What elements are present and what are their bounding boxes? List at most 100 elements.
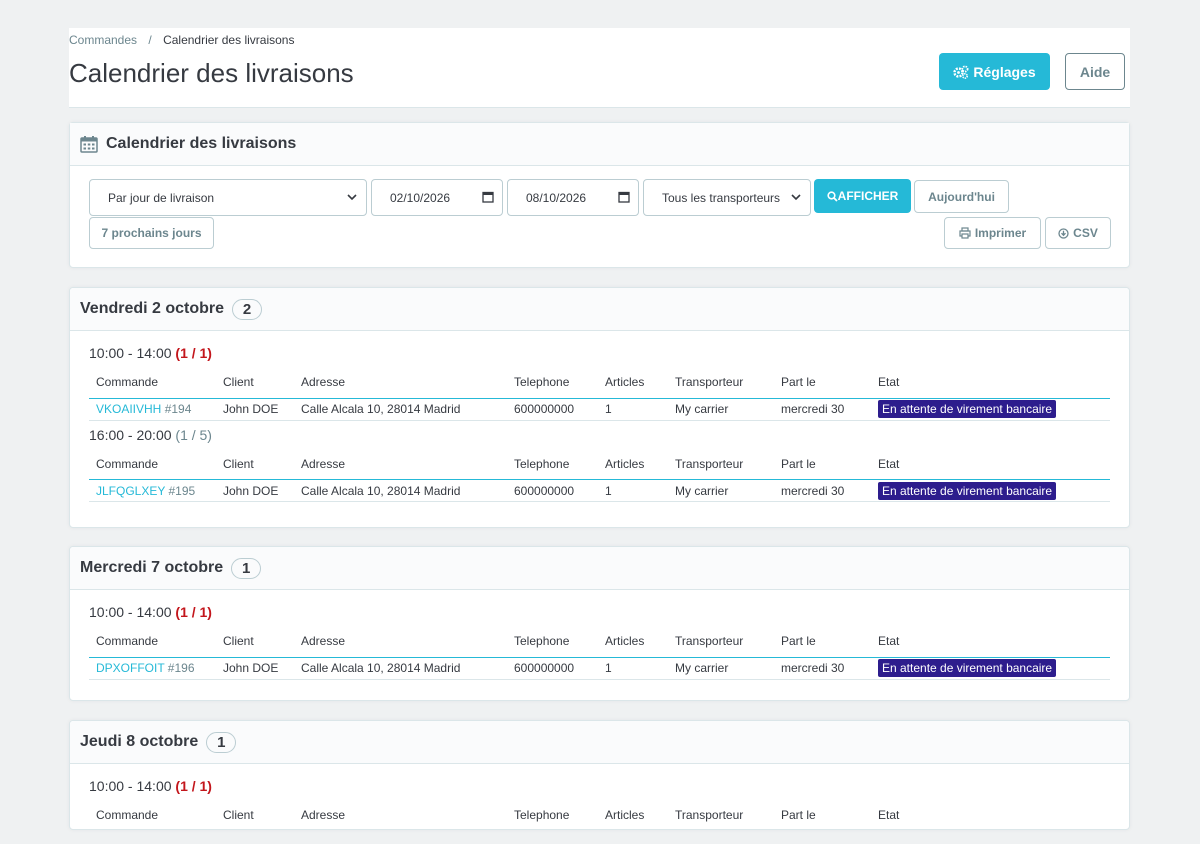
- column-header: Adresse: [294, 626, 507, 658]
- column-header: Telephone: [507, 448, 598, 480]
- state-cell: En attente de virement bancaire: [871, 657, 1110, 680]
- day-card-header: Mercredi 7 octobre 1: [70, 547, 1129, 590]
- ship-date-cell: mercredi 30: [774, 479, 871, 502]
- day-card: Mercredi 7 octobre 1 10:00 - 14:00 (1 / 1)…: [69, 546, 1130, 701]
- address-cell: Calle Alcala 10, 28014 Madrid: [294, 479, 507, 502]
- chevron-down-icon: [791, 194, 801, 201]
- filters-card-header: Calendrier des livraisons: [70, 123, 1129, 166]
- column-header: Part le: [774, 626, 871, 658]
- order-number: #195: [168, 483, 196, 498]
- today-button[interactable]: Aujourd'hui: [914, 180, 1009, 213]
- print-button[interactable]: Imprimer: [944, 217, 1041, 249]
- orders-table: Commande Client Adresse Telephone Articles Tr…: [89, 626, 1110, 680]
- day-card-header: Vendredi 2 octobre 2: [70, 288, 1129, 331]
- mode-select[interactable]: Par jour de livraison: [89, 179, 367, 216]
- table-header-row: Commande Client Adresse Telephone Articles Tr…: [89, 800, 1110, 829]
- order-cell: JLFQGLXEY #195: [89, 479, 216, 502]
- page-title: Calendrier des livraisons: [69, 58, 354, 88]
- carrier-select-value: Tous les transporteurs: [662, 190, 781, 205]
- order-reference-link[interactable]: VKOAIIVHH: [96, 402, 161, 416]
- state-cell: En attente de virement bancaire: [871, 398, 1110, 421]
- order-cell: DPXOFFOIT #196: [89, 657, 216, 680]
- page-header: Commandes / Calendrier des livraisons Ca…: [69, 28, 1130, 108]
- show-label: AFFICHER: [837, 189, 899, 203]
- slot-capacity: (1 / 1): [175, 778, 212, 794]
- status-badge: En attente de virement bancaire: [878, 481, 1057, 500]
- order-number: #194: [164, 402, 192, 416]
- breadcrumb-parent[interactable]: Commandes: [69, 33, 137, 47]
- column-header: Articles: [598, 367, 668, 399]
- column-header: Etat: [871, 448, 1110, 480]
- date-from-input[interactable]: 02/10/2026: [371, 179, 503, 216]
- column-header: Adresse: [294, 800, 507, 829]
- column-header: Transporteur: [668, 626, 774, 658]
- settings-button[interactable]: Réglages: [939, 53, 1050, 90]
- order-reference-link[interactable]: JLFQGLXEY: [96, 484, 165, 498]
- column-header: Adresse: [294, 448, 507, 480]
- date-to-input[interactable]: 08/10/2026: [507, 179, 639, 216]
- carrier-select[interactable]: Tous les transporteurs: [643, 179, 811, 216]
- orders-table: Commande Client Adresse Telephone Articles Tr…: [89, 448, 1110, 502]
- search-icon: [827, 190, 838, 202]
- phone-cell: 600000000: [507, 398, 598, 421]
- day-card: Jeudi 8 octobre 1 10:00 - 14:00 (1 / 1) Com…: [69, 720, 1130, 830]
- filters-card: Calendrier des livraisons Par jour de li…: [69, 122, 1130, 268]
- column-header: Commande: [89, 626, 216, 658]
- time-slot: 16:00 - 20:00 (1 / 5): [89, 427, 1129, 449]
- printer-icon: [959, 227, 971, 239]
- client-cell: John DOE: [216, 479, 294, 502]
- calendar-icon: [80, 136, 98, 153]
- column-header: Telephone: [507, 800, 598, 829]
- print-label: Imprimer: [974, 226, 1027, 240]
- state-cell: En attente de virement bancaire: [871, 479, 1110, 502]
- client-cell: John DOE: [216, 657, 294, 680]
- day-card-header: Jeudi 8 octobre 1: [70, 721, 1129, 764]
- column-header: Telephone: [507, 367, 598, 399]
- table-row[interactable]: VKOAIIVHH #194 John DOE Calle Alcala 10, 2…: [89, 398, 1110, 421]
- orders-table: Commande Client Adresse Telephone Articles Tr…: [89, 800, 1110, 829]
- day-card: Vendredi 2 octobre 2 10:00 - 14:00 (1 / 1)…: [69, 287, 1130, 528]
- carrier-cell: My carrier: [668, 398, 774, 421]
- column-header: Etat: [871, 800, 1110, 829]
- csv-button[interactable]: CSV: [1045, 217, 1111, 249]
- column-header: Transporteur: [668, 800, 774, 829]
- client-cell: John DOE: [216, 398, 294, 421]
- column-header: Part le: [774, 367, 871, 399]
- column-header: Transporteur: [668, 367, 774, 399]
- column-header: Etat: [871, 367, 1110, 399]
- time-slot: 10:00 - 14:00 (1 / 1): [89, 778, 1129, 800]
- phone-cell: 600000000: [507, 479, 598, 502]
- table-row[interactable]: JLFQGLXEY #195 John DOE Calle Alcala 10, 2…: [89, 479, 1110, 502]
- day-count-badge: 2: [232, 298, 263, 320]
- table-row[interactable]: DPXOFFOIT #196 John DOE Calle Alcala 10, 2…: [89, 657, 1110, 680]
- articles-cell: 1: [598, 479, 668, 502]
- slot-time: 10:00 - 14:00: [89, 604, 172, 620]
- ship-date-cell: mercredi 30: [774, 657, 871, 680]
- download-circle-icon: [1058, 227, 1069, 239]
- order-number: #196: [167, 661, 195, 675]
- breadcrumb-current: Calendrier des livraisons: [163, 33, 295, 47]
- column-header: Commande: [89, 448, 216, 480]
- order-cell: VKOAIIVHH #194: [89, 398, 216, 421]
- chevron-down-icon: [347, 194, 357, 201]
- next-7-days-button[interactable]: 7 prochains jours: [89, 217, 214, 249]
- column-header: Adresse: [294, 367, 507, 399]
- csv-label: CSV: [1073, 226, 1098, 240]
- column-header: Telephone: [507, 626, 598, 658]
- address-cell: Calle Alcala 10, 28014 Madrid: [294, 657, 507, 680]
- column-header: Part le: [774, 800, 871, 829]
- status-badge: En attente de virement bancaire: [878, 659, 1057, 677]
- help-button[interactable]: Aide: [1065, 53, 1125, 90]
- date-picker-icon[interactable]: [618, 191, 630, 203]
- gears-icon: [953, 65, 969, 79]
- slot-time: 16:00 - 20:00: [89, 426, 172, 443]
- column-header: Part le: [774, 448, 871, 480]
- date-picker-icon[interactable]: [482, 191, 494, 203]
- order-reference-link[interactable]: DPXOFFOIT: [96, 661, 164, 675]
- table-header-row: Commande Client Adresse Telephone Articles Tr…: [89, 626, 1110, 658]
- date-to-value: 08/10/2026: [526, 190, 587, 205]
- table-header-row: Commande Client Adresse Telephone Articles Tr…: [89, 448, 1110, 480]
- show-button[interactable]: AFFICHER: [814, 179, 911, 213]
- carrier-cell: My carrier: [668, 479, 774, 502]
- breadcrumb: Commandes / Calendrier des livraisons: [69, 33, 294, 47]
